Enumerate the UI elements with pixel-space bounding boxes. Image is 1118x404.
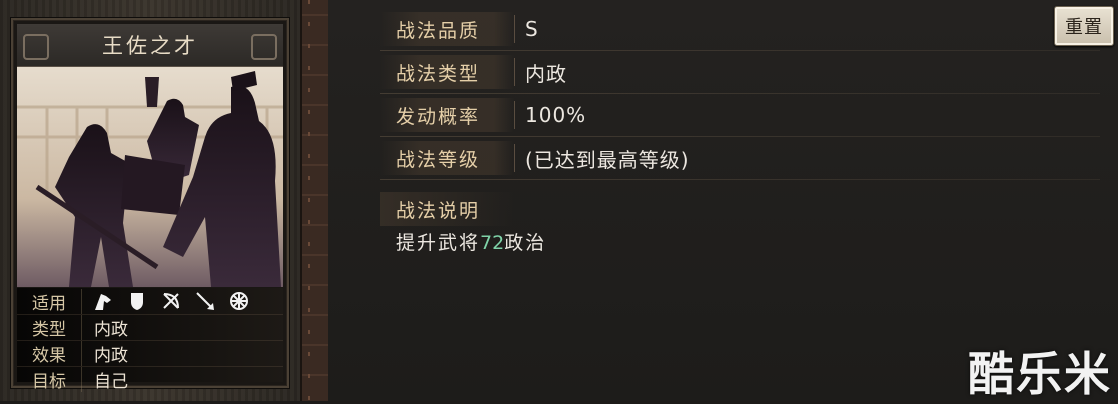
description-text: 提升武将72政治 (396, 228, 546, 255)
info-value-target: 自己 (94, 371, 128, 392)
info-value-effect: 内政 (94, 345, 128, 366)
watermark-text: 酷乐米 (968, 347, 1112, 401)
row-quality: 战法品质 S (380, 9, 1060, 49)
silhouette-artwork (17, 67, 283, 287)
info-label-applicable: 适用 (17, 288, 82, 314)
quality-label: 战法品质 (380, 12, 514, 46)
info-row-applicable: 适用 (17, 288, 283, 315)
shield-icon (126, 290, 148, 312)
reset-button[interactable]: 重置 (1054, 6, 1114, 46)
description-number: 72 (480, 232, 505, 254)
rate-label: 发动概率 (380, 98, 514, 132)
row-divider (380, 136, 1100, 137)
level-label: 战法等级 (380, 141, 514, 175)
description-label: 战法说明 (380, 192, 514, 226)
card-info-panel: 适用 类型 内政 效果 内政 目标 自己 (17, 288, 283, 392)
info-row-target: 目标 自己 (17, 366, 283, 392)
description-suffix: 政治 (504, 232, 547, 254)
row-separator (514, 15, 515, 43)
info-row-effect: 效果 内政 (17, 340, 283, 367)
info-value-type: 内政 (94, 319, 128, 340)
row-separator (514, 58, 515, 86)
type-label: 战法类型 (380, 55, 514, 89)
card-artwork (17, 67, 283, 287)
bow-icon (160, 290, 182, 312)
level-value: (已达到最高等级) (525, 147, 690, 172)
row-separator (514, 101, 515, 129)
wheel-icon (228, 290, 250, 312)
row-rate: 发动概率 100% (380, 95, 1060, 135)
cavalry-icon (92, 290, 114, 312)
row-type: 战法类型 内政 (380, 52, 1060, 92)
panel-divider (300, 0, 330, 401)
description-prefix: 提升武将 (396, 232, 481, 254)
row-level: 战法等级 (已达到最高等级) (380, 138, 1060, 178)
quality-value: S (525, 17, 539, 41)
row-divider (380, 93, 1100, 94)
spear-icon (194, 290, 216, 312)
row-divider (380, 179, 1100, 180)
info-row-type: 类型 内政 (17, 314, 283, 341)
card-title-bar: 王佐之才 (17, 24, 283, 67)
rate-value: 100% (525, 103, 587, 127)
info-label-effect: 效果 (17, 340, 82, 366)
info-label-type: 类型 (17, 314, 82, 340)
info-label-target: 目标 (17, 366, 82, 392)
row-divider (380, 50, 1100, 51)
card-title: 王佐之才 (102, 34, 198, 58)
tactic-card[interactable]: 王佐之才 适用 类型 内政 效果 内政 目标 自己 (11, 18, 289, 392)
row-separator (514, 144, 515, 172)
troop-type-icons (82, 290, 250, 312)
type-value: 内政 (525, 61, 567, 86)
